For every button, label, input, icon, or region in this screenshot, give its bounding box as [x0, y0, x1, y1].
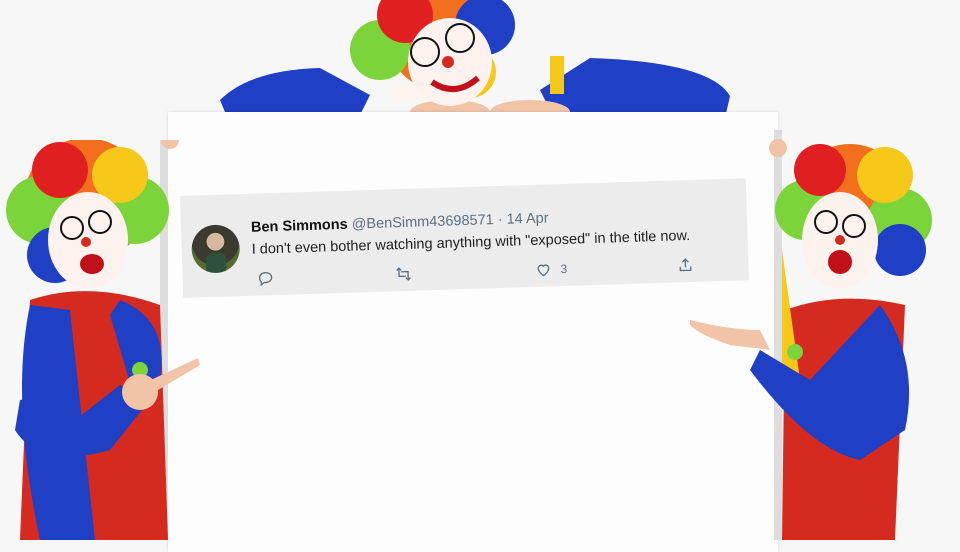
- avatar[interactable]: [190, 224, 241, 274]
- share-button[interactable]: [676, 256, 695, 275]
- like-count: 3: [560, 261, 568, 277]
- retweet-button[interactable]: [394, 265, 413, 284]
- heart-icon: [537, 264, 550, 277]
- white-sign-board: [168, 112, 778, 552]
- reply-button[interactable]: [256, 269, 275, 288]
- tweet-header: Ben Simmons @BenSimm43698571 · 14 Apr: [251, 210, 549, 235]
- author-handle[interactable]: @BenSimm43698571: [351, 212, 494, 232]
- tweet-card[interactable]: Ben Simmons @BenSimm43698571 · 14 Apr I …: [180, 178, 749, 298]
- avatar-figure: [205, 252, 227, 274]
- reply-icon: [258, 272, 273, 287]
- retweet-icon: [396, 267, 411, 281]
- clown-left-illustration: [6, 140, 200, 540]
- like-button[interactable]: 3: [534, 260, 567, 279]
- author-name[interactable]: Ben Simmons: [251, 217, 348, 236]
- share-icon: [679, 258, 692, 272]
- separator-dot: ·: [497, 211, 503, 229]
- tweet-date[interactable]: 14 Apr: [506, 210, 548, 227]
